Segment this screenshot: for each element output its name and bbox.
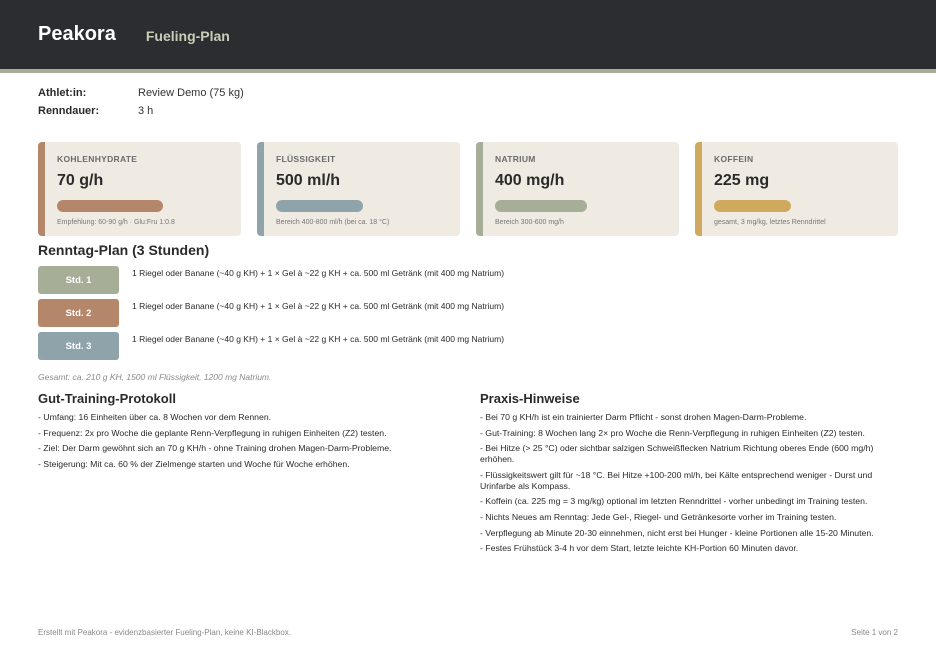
list-item: - Frequenz: 2x pro Woche die geplante Re… [38, 427, 387, 438]
header-accent-line [0, 69, 936, 73]
plan-row-hour-1: Std. 1 1 Riegel oder Banane (~40 g KH) +… [38, 266, 504, 294]
plan-title: Renntag-Plan (3 Stunden) [38, 242, 210, 258]
card-stripe [38, 142, 45, 236]
card-sodium: NATRIUM 400 mg/h Bereich 300-600 mg/h [476, 142, 679, 236]
footer-credit: Erstellt mit Peakora - evidenzbasierter … [38, 628, 291, 637]
list-item: - Bei 70 g KH/h ist ein trainierter Darm… [480, 412, 807, 422]
meta-row-duration: Renndauer: 3 h [38, 102, 244, 120]
page-number: Seite 1 von 2 [851, 628, 898, 637]
card-bar [276, 200, 363, 212]
plan-row-text: 1 Riegel oder Banane (~40 g KH) + 1 × Ge… [132, 268, 505, 278]
card-label: KOFFEIN [714, 154, 754, 164]
meta-row-athlete: Athlet:in: Review Demo (75 kg) [38, 84, 244, 102]
card-value: 500 ml/h [276, 172, 341, 189]
list-item: - Gut-Training: 8 Wochen lang 2× pro Woc… [480, 427, 865, 438]
card-value: 70 g/h [57, 172, 104, 189]
list-item: - Flüssigkeitswert gilt für ~18 °C. Bei … [480, 469, 873, 491]
list-item: - Steigerung: Mit ca. 60 % der Zielmenge… [38, 458, 350, 469]
card-label: KOHLENHYDRATE [57, 154, 138, 164]
list-item: - Umfang: 16 Einheiten über ca. 8 Wochen… [38, 412, 272, 422]
hour-badge: Std. 1 [38, 266, 119, 294]
plan-row-text: 1 Riegel oder Banane (~40 g KH) + 1 × Ge… [132, 334, 505, 344]
card-stripe [257, 142, 264, 236]
meta-key: Renndauer: [38, 105, 100, 117]
gut-training-title: Gut-Training-Protokoll [38, 391, 176, 406]
card-note: Bereich 300-600 mg/h [495, 219, 564, 226]
hour-badge: Std. 3 [38, 332, 119, 360]
gut-training-list: - Umfang: 16 Einheiten über ca. 8 Wochen… [38, 412, 458, 474]
list-item: - Ziel: Der Darm gewöhnt sich an 70 g KH… [38, 443, 392, 454]
plan-row-hour-3: Std. 3 1 Riegel oder Banane (~40 g KH) +… [38, 332, 504, 360]
card-value: 400 mg/h [495, 172, 565, 189]
meta-value: Review Demo (75 kg) [138, 87, 244, 99]
praxis-list: - Bei 70 g KH/h ist ein trainierter Darm… [480, 412, 898, 559]
list-item: - Nichts Neues am Renntag: Jede Gel-, Ri… [480, 511, 837, 522]
list-item: - Festes Frühstück 3-4 h vor dem Start, … [480, 543, 799, 554]
list-item: - Koffein (ca. 225 mg = 3 mg/kg) optiona… [480, 496, 868, 507]
card-caffeine: KOFFEIN 225 mg gesamt, 3 mg/kg, letztes … [695, 142, 898, 236]
card-bar [714, 200, 791, 212]
list-item: - Bei Hitze (> 25 °C) oder sichtbar salz… [480, 443, 874, 465]
brand-logo: Peakora [38, 23, 116, 45]
card-stripe [695, 142, 702, 236]
list-item: - Verpflegung ab Minute 20-30 einnehmen,… [480, 527, 874, 538]
card-fluid: FLÜSSIGKEIT 500 ml/h Bereich 400-800 ml/… [257, 142, 460, 236]
plan-row-hour-2: Std. 2 1 Riegel oder Banane (~40 g KH) +… [38, 299, 504, 327]
card-label: FLÜSSIGKEIT [276, 154, 336, 164]
hour-badge: Std. 2 [38, 299, 119, 327]
meta-value: 3 h [138, 105, 154, 117]
card-label: NATRIUM [495, 154, 536, 164]
athlete-meta: Athlet:in: Review Demo (75 kg) Renndauer… [38, 84, 244, 120]
metric-cards: KOHLENHYDRATE 70 g/h Empfehlung: 60-90 g… [38, 142, 898, 236]
card-value: 225 mg [714, 172, 770, 189]
meta-key: Athlet:in: [38, 87, 87, 99]
card-note: Bereich 400-800 ml/h (bei ca. 18 °C) [276, 219, 390, 226]
card-stripe [476, 142, 483, 236]
card-carbs: KOHLENHYDRATE 70 g/h Empfehlung: 60-90 g… [38, 142, 241, 236]
card-note: gesamt, 3 mg/kg, letztes Renndrittel [714, 219, 826, 226]
plan-row-text: 1 Riegel oder Banane (~40 g KH) + 1 × Ge… [132, 301, 505, 311]
document-title: Fueling-Plan [145, 28, 230, 44]
header: Peakora Fueling-Plan [0, 0, 936, 69]
card-bar [57, 200, 163, 212]
praxis-title: Praxis-Hinweise [480, 391, 580, 406]
card-bar [495, 200, 587, 212]
plan-summary: Gesamt: ca. 210 g KH, 1500 ml Flüssigkei… [38, 372, 272, 382]
card-note: Empfehlung: 60-90 g/h · Glu:Fru 1:0.8 [57, 219, 175, 226]
